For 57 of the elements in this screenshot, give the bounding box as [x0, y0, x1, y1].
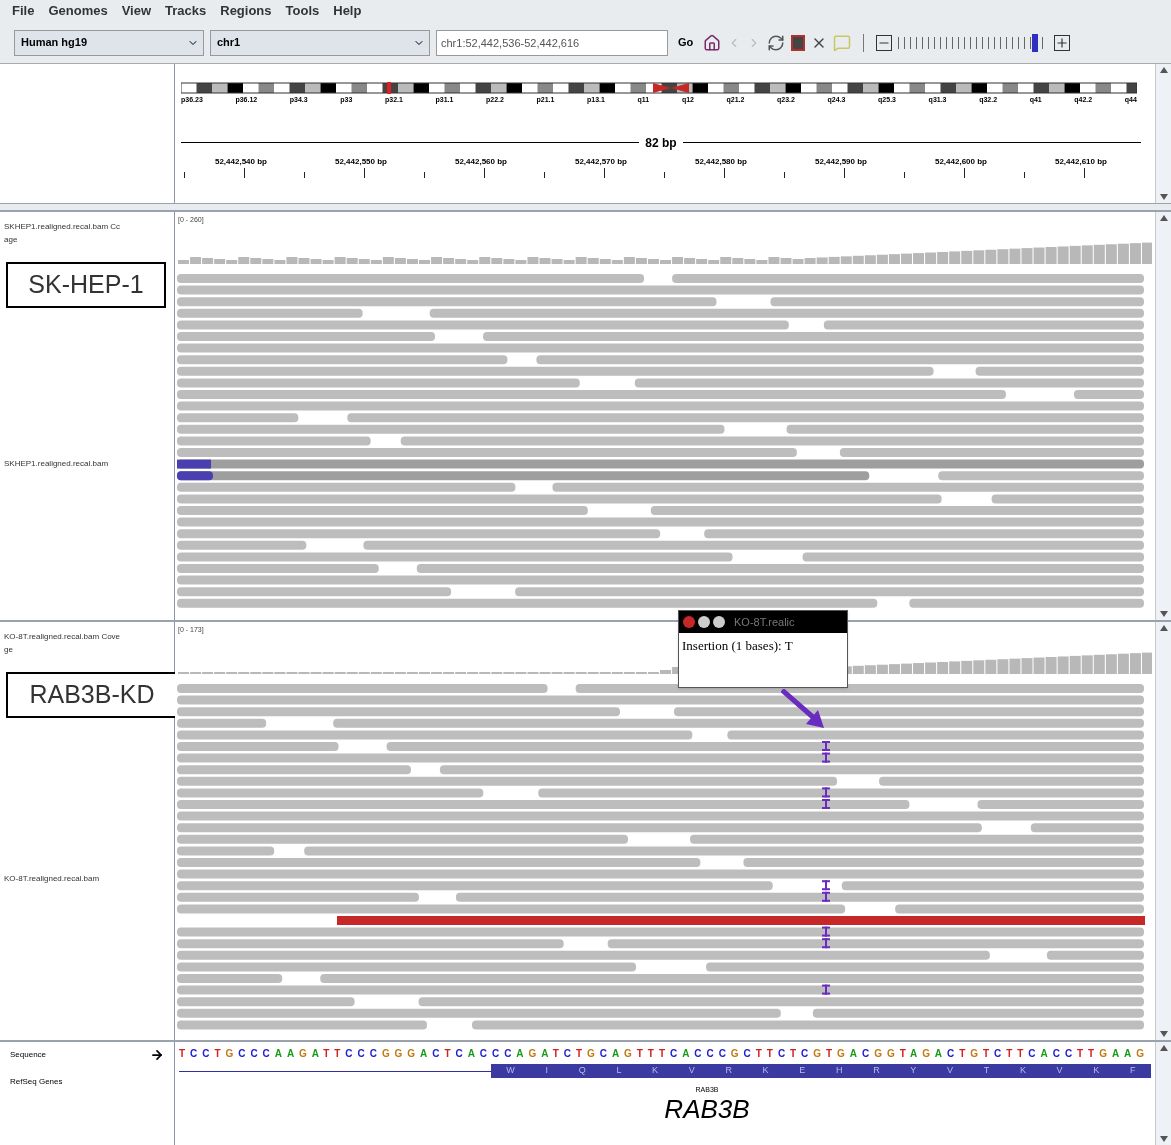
track-name: KO-8T.realigned.recal.bam Cove	[4, 631, 122, 643]
scroll-down-icon[interactable]	[1159, 194, 1168, 200]
menu-item[interactable]: Regions	[220, 1, 272, 21]
scroll-up-icon[interactable]	[1159, 215, 1168, 221]
minimize-button[interactable]	[698, 616, 710, 628]
position-label: 52,442,540 bp	[214, 155, 267, 168]
region-icon[interactable]	[791, 34, 806, 51]
menu-item[interactable]: File	[12, 1, 35, 21]
scroll-up-icon[interactable]	[1159, 67, 1168, 73]
zoom-in-icon[interactable]	[1054, 34, 1071, 51]
menu-item[interactable]: Help	[333, 1, 362, 21]
scroll-down-icon[interactable]	[1159, 1136, 1168, 1142]
arrow-icon	[781, 689, 825, 729]
home-icon[interactable]	[703, 33, 722, 52]
zoom-thumb[interactable]	[1032, 33, 1039, 52]
span-label: 82 bp	[644, 134, 678, 152]
scroll-down-icon[interactable]	[1159, 611, 1168, 617]
menu-item[interactable]: Genomes	[48, 1, 108, 21]
scrollbar[interactable]	[1155, 64, 1171, 203]
go-button[interactable]: Go	[674, 34, 698, 51]
close-button[interactable]	[683, 616, 695, 628]
position-label: 52,442,560 bp	[454, 155, 507, 168]
track-name: RefSeq Genes	[10, 1076, 64, 1088]
position-label: 52,442,590 bp	[814, 155, 867, 168]
scrollbar[interactable]	[1155, 1042, 1171, 1145]
position-label: 52,442,600 bp	[934, 155, 987, 168]
track-name: KO-8T.realigned.recal.bam	[4, 873, 100, 885]
popup-text: Insertion (1 bases): T	[681, 637, 794, 655]
menu-item[interactable]: Tracks	[165, 1, 207, 21]
track-name: ge	[4, 644, 14, 656]
strand-arrow-icon[interactable]	[150, 1048, 164, 1062]
genome-dropdown[interactable]: Human hg19	[14, 29, 204, 56]
sample-label: RAB3B-KD	[6, 672, 178, 718]
scroll-up-icon[interactable]	[1159, 1045, 1168, 1051]
menu-item[interactable]: View	[121, 1, 152, 21]
scroll-up-icon[interactable]	[1159, 625, 1168, 631]
scrollbar[interactable]	[1155, 622, 1171, 1040]
popup-title: KO-8T.realic	[734, 614, 795, 630]
exon-bar: W I Q L K V R K E H R Y V T K V K F	[491, 1064, 1151, 1078]
gene-annotation: RAB3B	[664, 1095, 750, 1122]
chromosome-dropdown[interactable]: chr1	[210, 29, 430, 56]
sample-label: SK-HEP-1	[6, 262, 166, 308]
position-label: 52,442,610 bp	[1054, 155, 1107, 168]
position-label: 52,442,580 bp	[694, 155, 747, 168]
refresh-icon[interactable]	[767, 33, 786, 52]
menu-item[interactable]: Tools	[285, 1, 320, 21]
position-label: 52,442,550 bp	[334, 155, 387, 168]
scrollbar[interactable]	[1155, 212, 1171, 620]
scroll-down-icon[interactable]	[1159, 1031, 1168, 1037]
locus-field[interactable]: chr1:52,442,536-52,442,616	[436, 29, 668, 56]
maximize-button[interactable]	[713, 616, 725, 628]
position-label: 52,442,570 bp	[574, 155, 627, 168]
track-name: age	[4, 234, 19, 246]
track-name: SKHEP1.realigned.recal.bam	[4, 458, 109, 470]
track-name: SKHEP1.realigned.recal.bam Cc	[4, 221, 122, 233]
zoom-out-icon[interactable]	[876, 34, 893, 51]
track-name: Sequence	[10, 1049, 47, 1061]
